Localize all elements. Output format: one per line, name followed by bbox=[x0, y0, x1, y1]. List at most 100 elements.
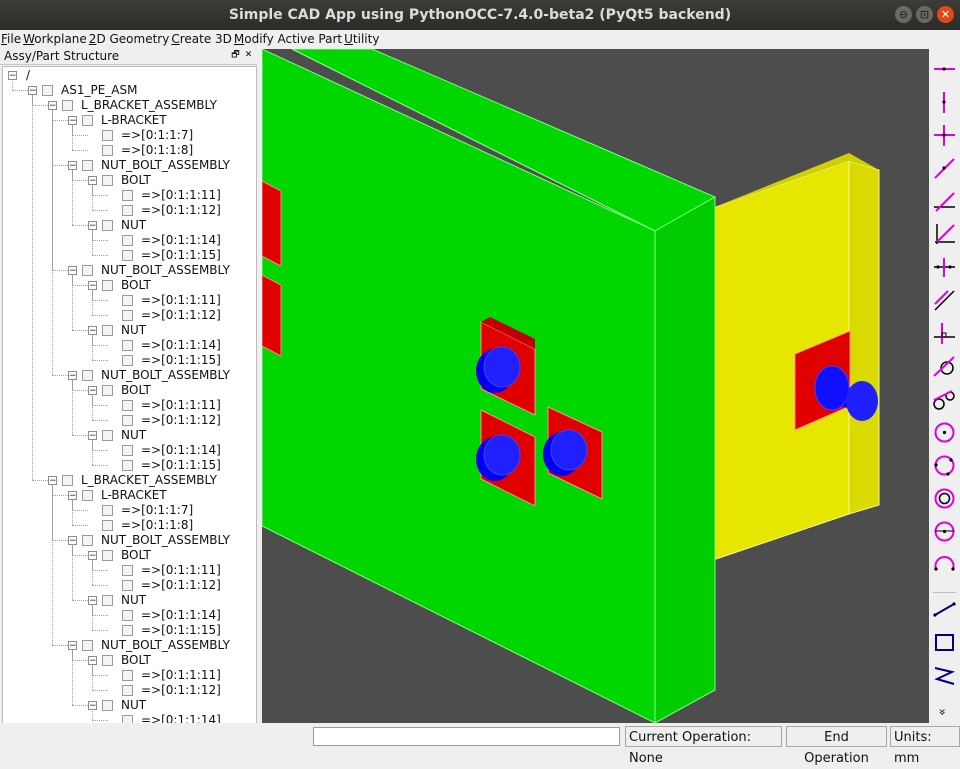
tree-checkbox[interactable] bbox=[62, 100, 73, 111]
tree-item[interactable]: =>[0:1:1:14] bbox=[3, 443, 256, 458]
tree-item[interactable]: − BOLT bbox=[3, 548, 256, 563]
assembly-tree[interactable]: − / − AS1_PE_ASM − L_BRACKET_ASSEMBLY − L-BRACK… bbox=[2, 66, 257, 724]
tree-checkbox[interactable] bbox=[122, 625, 133, 636]
tree-checkbox[interactable] bbox=[102, 325, 113, 336]
tree-checkbox[interactable] bbox=[122, 295, 133, 306]
tree-item[interactable]: − NUT_BOLT_ASSEMBLY bbox=[3, 158, 256, 173]
3d-viewport[interactable] bbox=[262, 49, 929, 723]
tree-item[interactable]: − L_BRACKET_ASSEMBLY bbox=[3, 473, 256, 488]
concentric-circle-icon[interactable] bbox=[932, 486, 957, 511]
arc-icon[interactable] bbox=[932, 552, 957, 577]
tree-item[interactable]: − NUT_BOLT_ASSEMBLY bbox=[3, 533, 256, 548]
tree-checkbox[interactable] bbox=[122, 310, 133, 321]
tree-item[interactable]: =>[0:1:1:15] bbox=[3, 458, 256, 473]
angled-line-icon[interactable] bbox=[932, 156, 957, 181]
tree-checkbox[interactable] bbox=[122, 580, 133, 591]
rectangle-icon[interactable] bbox=[932, 630, 957, 655]
tree-checkbox[interactable] bbox=[82, 115, 93, 126]
perpendicular-line-icon[interactable] bbox=[932, 321, 957, 346]
tree-item[interactable]: =>[0:1:1:11] bbox=[3, 188, 256, 203]
tree-item[interactable]: − NUT_BOLT_ASSEMBLY bbox=[3, 263, 256, 278]
tree-item[interactable]: − / bbox=[3, 68, 256, 83]
menu-utility[interactable]: Utility bbox=[343, 30, 380, 48]
tree-item[interactable]: − NUT_BOLT_ASSEMBLY bbox=[3, 368, 256, 383]
tree-checkbox[interactable] bbox=[122, 340, 133, 351]
tree-item[interactable]: − BOLT bbox=[3, 278, 256, 293]
circle-icon[interactable] bbox=[932, 420, 957, 445]
tree-checkbox[interactable] bbox=[102, 145, 113, 156]
menu-workplane[interactable]: Workplane bbox=[22, 30, 88, 48]
tree-item[interactable]: − NUT bbox=[3, 323, 256, 338]
tree-checkbox[interactable] bbox=[122, 565, 133, 576]
tree-item[interactable]: =>[0:1:1:12] bbox=[3, 413, 256, 428]
tree-item[interactable]: =>[0:1:1:11] bbox=[3, 563, 256, 578]
dock-title-bar[interactable]: Assy/Part Structure 🗗 ✕ bbox=[0, 49, 257, 65]
tree-checkbox[interactable] bbox=[102, 220, 113, 231]
tree-item[interactable]: =>[0:1:1:15] bbox=[3, 248, 256, 263]
tree-item[interactable]: =>[0:1:1:11] bbox=[3, 668, 256, 683]
menu-create-3d[interactable]: Create 3D bbox=[170, 30, 233, 48]
polyline-icon[interactable] bbox=[932, 663, 957, 688]
tree-checkbox[interactable] bbox=[102, 595, 113, 606]
close-icon[interactable]: ✕ bbox=[937, 6, 954, 23]
tree-checkbox[interactable] bbox=[102, 175, 113, 186]
tree-checkbox[interactable] bbox=[102, 280, 113, 291]
tree-checkbox[interactable] bbox=[122, 415, 133, 426]
tree-item[interactable]: =>[0:1:1:12] bbox=[3, 203, 256, 218]
tree-checkbox[interactable] bbox=[122, 235, 133, 246]
status-input-field[interactable] bbox=[313, 727, 620, 746]
circle-three-points-icon[interactable] bbox=[932, 453, 957, 478]
tree-checkbox[interactable] bbox=[102, 130, 113, 141]
tree-item[interactable]: =>[0:1:1:12] bbox=[3, 308, 256, 323]
line-tangent-two-circles-icon[interactable] bbox=[932, 387, 957, 412]
tree-item[interactable]: − L-BRACKET bbox=[3, 488, 256, 503]
tree-checkbox[interactable] bbox=[102, 700, 113, 711]
tree-checkbox[interactable] bbox=[82, 370, 93, 381]
tree-item[interactable]: − NUT bbox=[3, 218, 256, 233]
tree-checkbox[interactable] bbox=[122, 400, 133, 411]
tree-checkbox[interactable] bbox=[102, 520, 113, 531]
horizontal-line-icon[interactable] bbox=[932, 57, 957, 82]
tree-checkbox[interactable] bbox=[122, 205, 133, 216]
tree-item[interactable]: − L_BRACKET_ASSEMBLY bbox=[3, 98, 256, 113]
line-at-angle-icon[interactable] bbox=[932, 189, 957, 214]
circle-tangent-icon[interactable] bbox=[932, 519, 957, 544]
vertical-line-icon[interactable] bbox=[932, 90, 957, 115]
line-tangent-to-circle-icon[interactable] bbox=[932, 354, 957, 379]
toolbar-extension-icon[interactable]: » bbox=[936, 708, 950, 715]
tree-item[interactable]: =>[0:1:1:14] bbox=[3, 608, 256, 623]
tree-checkbox[interactable] bbox=[82, 535, 93, 546]
menu-2d-geometry[interactable]: 2D Geometry bbox=[88, 30, 171, 48]
segment-icon[interactable] bbox=[932, 597, 957, 622]
tree-checkbox[interactable] bbox=[122, 460, 133, 471]
tree-item[interactable]: =>[0:1:1:12] bbox=[3, 683, 256, 698]
tree-checkbox[interactable] bbox=[82, 640, 93, 651]
maximize-icon[interactable]: ⊡ bbox=[916, 6, 933, 23]
tree-item[interactable]: − BOLT bbox=[3, 173, 256, 188]
tree-checkbox[interactable] bbox=[42, 85, 53, 96]
tree-item[interactable]: =>[0:1:1:11] bbox=[3, 398, 256, 413]
tree-item[interactable]: =>[0:1:1:12] bbox=[3, 578, 256, 593]
end-operation-button[interactable]: End Operation bbox=[786, 726, 887, 766]
tree-item[interactable]: =>[0:1:1:11] bbox=[3, 293, 256, 308]
menu-modify-active-part[interactable]: Modify Active Part bbox=[233, 30, 343, 48]
horizontal-vertical-line-icon[interactable] bbox=[932, 123, 957, 148]
tree-checkbox[interactable] bbox=[122, 355, 133, 366]
dock-float-icon[interactable]: 🗗 bbox=[230, 50, 241, 61]
tree-item[interactable]: − BOLT bbox=[3, 653, 256, 668]
dock-close-icon[interactable]: ✕ bbox=[243, 50, 254, 61]
tree-item[interactable]: − BOLT bbox=[3, 383, 256, 398]
tree-checkbox[interactable] bbox=[82, 160, 93, 171]
menu-file[interactable]: File bbox=[0, 30, 22, 48]
tree-checkbox[interactable] bbox=[122, 250, 133, 261]
tree-checkbox[interactable] bbox=[122, 685, 133, 696]
tree-checkbox[interactable] bbox=[62, 475, 73, 486]
tree-item[interactable]: − NUT bbox=[3, 428, 256, 443]
tree-checkbox[interactable] bbox=[102, 505, 113, 516]
tree-checkbox[interactable] bbox=[82, 265, 93, 276]
tree-item[interactable]: =>[0:1:1:8] bbox=[3, 143, 256, 158]
tree-item[interactable]: =>[0:1:1:15] bbox=[3, 623, 256, 638]
tree-checkbox[interactable] bbox=[122, 445, 133, 456]
tree-checkbox[interactable] bbox=[102, 550, 113, 561]
parallel-line-icon[interactable] bbox=[932, 288, 957, 313]
